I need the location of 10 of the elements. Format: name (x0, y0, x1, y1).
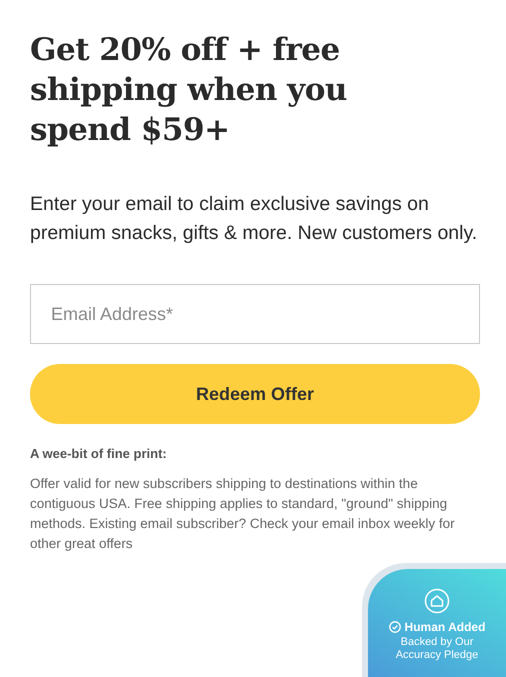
email-field[interactable]: Email Address* (30, 284, 480, 344)
check-circle-icon (388, 621, 401, 633)
badge-subtitle: Backed by Our Accuracy Pledge (394, 636, 480, 662)
redeem-button[interactable]: Redeem Offer (30, 364, 480, 424)
house-icon (424, 588, 450, 614)
fine-print-title: A wee-bit of fine print: (30, 446, 168, 461)
fine-print-text: Offer valid for new subscribers shipping to destinations within the contiguous USA. Free shipping applies to standard, "ground" shipping methods. Existing email subscriber? Check your email inbox weekly for other great offers (30, 475, 456, 553)
headline: Get 20% off + free shipping when you spend $59+ (30, 31, 348, 150)
badge-title: Human Added (404, 620, 486, 634)
subtitle: Enter your email to claim exclusive savings on premium snacks, gifts & more. New customers only. (30, 192, 478, 246)
